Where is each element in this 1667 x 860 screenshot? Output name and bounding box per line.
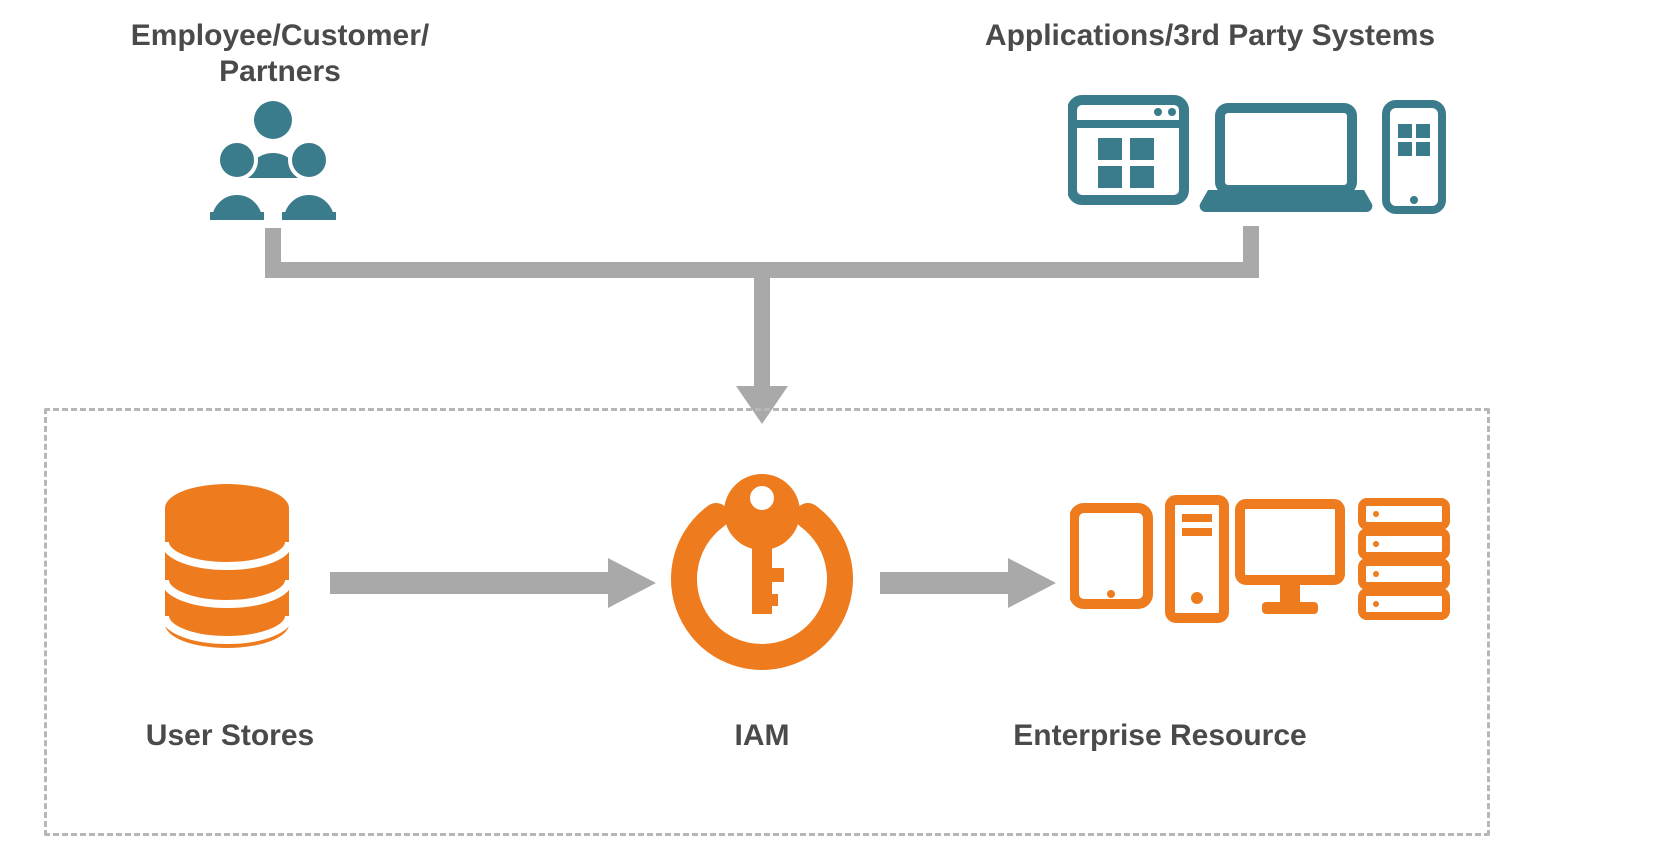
- key-power-icon: [662, 448, 862, 678]
- arrow-userstores-iam: [330, 556, 660, 616]
- label-enterprise-resource: Enterprise Resource: [980, 718, 1340, 754]
- label-iam: IAM: [682, 718, 842, 754]
- database-icon: [152, 482, 302, 662]
- connector-top: [0, 0, 1667, 440]
- label-user-stores: User Stores: [110, 718, 350, 754]
- arrow-iam-enterprise: [880, 556, 1060, 616]
- enterprise-devices-icon: [1070, 490, 1450, 660]
